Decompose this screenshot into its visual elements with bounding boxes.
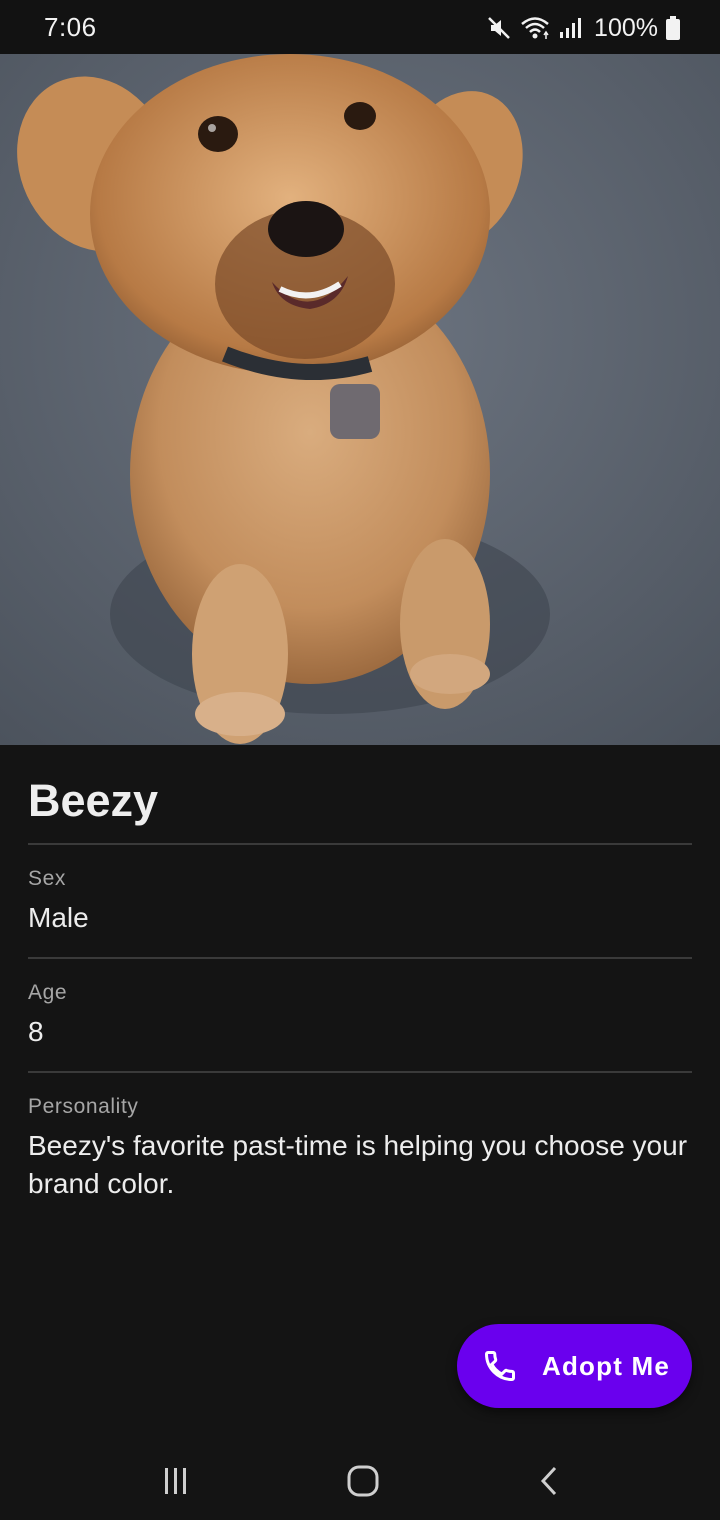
mute-icon bbox=[486, 15, 512, 41]
battery-icon bbox=[666, 16, 680, 40]
battery-percent: 100% bbox=[594, 13, 658, 42]
divider bbox=[28, 1071, 692, 1073]
pet-name: Beezy bbox=[28, 775, 159, 826]
back-button[interactable] bbox=[525, 1463, 575, 1503]
back-icon bbox=[535, 1466, 565, 1501]
status-time: 7:06 bbox=[44, 12, 97, 42]
phone-icon bbox=[482, 1348, 518, 1384]
system-nav-bar bbox=[0, 1445, 720, 1520]
sex-label: Sex bbox=[28, 867, 66, 890]
home-icon bbox=[346, 1464, 380, 1503]
status-icons: 100% bbox=[486, 12, 680, 44]
dog-photo bbox=[0, 54, 720, 745]
home-button[interactable] bbox=[338, 1463, 388, 1503]
status-bar: 7:06 100% bbox=[0, 0, 720, 54]
adopt-me-button[interactable]: Adopt Me bbox=[457, 1324, 692, 1408]
age-value: 8 bbox=[28, 1016, 44, 1047]
recent-apps-icon bbox=[161, 1466, 191, 1501]
age-label: Age bbox=[28, 981, 68, 1004]
divider bbox=[28, 957, 692, 959]
sex-value: Male bbox=[28, 902, 89, 933]
personality-value: Beezy's favorite past-time is helping yo… bbox=[28, 1130, 688, 1199]
personality-label: Personality bbox=[28, 1095, 139, 1118]
signal-icon bbox=[558, 16, 582, 40]
adopt-me-label: Adopt Me bbox=[542, 1351, 671, 1381]
wifi-icon bbox=[520, 15, 550, 41]
recent-apps-button[interactable] bbox=[151, 1463, 201, 1503]
divider bbox=[28, 843, 692, 845]
pet-photo bbox=[0, 54, 720, 745]
